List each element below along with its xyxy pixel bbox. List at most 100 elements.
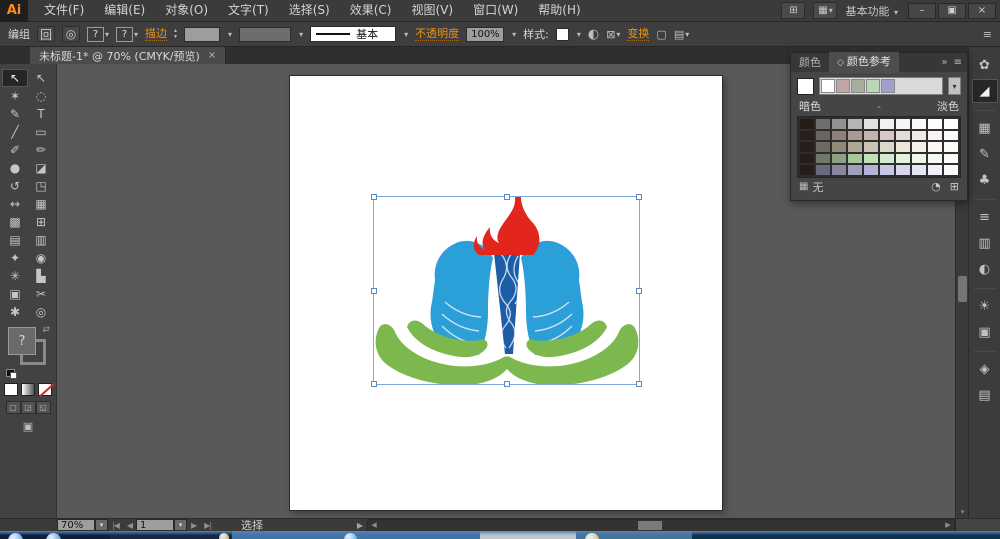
harmony-dropdown-icon[interactable]: ▾ (948, 77, 961, 95)
fill-stroke-proxy[interactable]: ? ⇄ (6, 325, 50, 379)
color-variation-swatch[interactable] (799, 118, 815, 130)
collapse-panel-icon[interactable]: » (941, 57, 947, 68)
previous-artboard-icon[interactable]: ◀ (123, 521, 136, 530)
chevron-down-icon[interactable]: ▾ (577, 30, 581, 39)
color-variation-swatch[interactable] (927, 164, 943, 176)
center-reference-icon[interactable]: 回 (37, 26, 55, 42)
color-variation-swatch[interactable] (847, 164, 863, 176)
color-variation-swatch[interactable] (911, 130, 927, 142)
document-tab[interactable]: 未标题-1* @ 70% (CMYK/预览) × (30, 47, 226, 64)
menu-item-1[interactable]: 编辑(E) (94, 0, 155, 21)
graphic-styles-icon[interactable]: ▣ (972, 320, 998, 344)
color-guide-icon[interactable]: ◢ (972, 79, 998, 103)
taskbar-app-icon[interactable] (344, 533, 357, 539)
color-variation-swatch[interactable] (943, 153, 959, 165)
panel-menu-icon[interactable]: ≡ (954, 57, 962, 68)
stroke-color-well[interactable]: ? ▾ (116, 27, 138, 42)
align-artboard-icon[interactable]: ▢ (656, 28, 666, 41)
rectangle-tool[interactable]: ▭ (28, 123, 54, 141)
color-variation-swatch[interactable] (927, 130, 943, 142)
color-variation-swatch[interactable] (879, 153, 895, 165)
chevron-down-icon[interactable]: ▾ (512, 30, 516, 39)
color-variation-swatch[interactable] (799, 141, 815, 153)
color-panel-icon[interactable]: ✿ (972, 53, 998, 77)
color-variation-swatch[interactable] (799, 164, 815, 176)
gradient-tool[interactable]: ▥ (28, 231, 54, 249)
tab-color[interactable]: 颜色 (791, 53, 829, 72)
symbols-icon[interactable]: ♣ (972, 168, 998, 192)
chevron-down-icon[interactable]: ▾ (299, 30, 303, 39)
scale-tool[interactable]: ◳ (28, 177, 54, 195)
color-variation-swatch[interactable] (799, 130, 815, 142)
width-tool[interactable]: ↔ (2, 195, 28, 213)
gradient-icon[interactable]: ▥ (972, 231, 998, 255)
brushes-icon[interactable]: ✎ (972, 142, 998, 166)
color-variation-swatch[interactable] (831, 164, 847, 176)
rotate-tool[interactable]: ↺ (2, 177, 28, 195)
menu-item-7[interactable]: 窗口(W) (463, 0, 528, 21)
close-tab-icon[interactable]: × (208, 50, 216, 61)
fill-color-well[interactable]: ? ▾ (87, 27, 109, 42)
color-variation-swatch[interactable] (831, 141, 847, 153)
layers-icon[interactable]: ◈ (972, 357, 998, 381)
menu-item-0[interactable]: 文件(F) (34, 0, 94, 21)
color-variation-swatch[interactable] (895, 118, 911, 130)
pencil-tool[interactable]: ✏ (28, 141, 54, 159)
stroke-link[interactable]: 描边 (145, 27, 167, 41)
column-graph-tool[interactable]: ▙ (28, 267, 54, 285)
symbol-sprayer-tool[interactable]: ✳ (2, 267, 28, 285)
lasso-tool[interactable]: ◌ (28, 87, 54, 105)
line-segment-tool[interactable]: ╱ (2, 123, 28, 141)
color-variation-swatch[interactable] (847, 153, 863, 165)
save-to-swatches-icon[interactable]: ⊞ (950, 180, 959, 193)
color-variation-swatch[interactable] (831, 153, 847, 165)
scroll-down-icon[interactable]: ▾ (956, 506, 968, 518)
color-variation-swatch[interactable] (927, 118, 943, 130)
perspective-grid-tool[interactable]: ⊞ (28, 213, 54, 231)
color-variation-swatch[interactable] (911, 141, 927, 153)
minimize-button[interactable]: – (908, 3, 936, 19)
variable-width-profile-dropdown[interactable] (239, 27, 291, 42)
menu-item-3[interactable]: 文字(T) (218, 0, 279, 21)
zoom-tool[interactable]: ◎ (28, 303, 54, 321)
hand-tool[interactable]: ✱ (2, 303, 28, 321)
color-variation-swatch[interactable] (863, 141, 879, 153)
opacity-link[interactable]: 不透明度 (415, 27, 459, 41)
none-button[interactable] (38, 383, 52, 396)
vertical-scroll-thumb[interactable] (958, 276, 967, 302)
slice-tool[interactable]: ✂ (28, 285, 54, 303)
horizontal-scroll-thumb[interactable] (638, 521, 662, 530)
artboard-tool[interactable]: ▣ (2, 285, 28, 303)
status-expand-icon[interactable]: ▶ (357, 521, 363, 530)
selection-tool[interactable]: ↖ (2, 69, 28, 87)
opacity-input[interactable]: 100% (466, 27, 504, 42)
transparency-icon[interactable]: ◐ (972, 257, 998, 281)
swatches-icon[interactable]: ▦ (972, 116, 998, 140)
last-artboard-icon[interactable]: ▶| (200, 521, 215, 530)
color-variation-swatch[interactable] (831, 130, 847, 142)
type-tool[interactable]: T (28, 105, 54, 123)
color-variation-swatch[interactable] (895, 164, 911, 176)
selected-artwork[interactable] (373, 196, 640, 385)
collapse-control-bar-icon[interactable]: ≡ (983, 28, 992, 41)
color-variation-swatch[interactable] (815, 153, 831, 165)
taskbar-segment-1[interactable] (110, 531, 232, 539)
recolor-artwork-icon[interactable]: ◐ (588, 27, 599, 42)
stroke-icon[interactable]: ≡ (972, 205, 998, 229)
color-variation-swatch[interactable] (863, 153, 879, 165)
restore-button[interactable]: ▣ (938, 3, 966, 19)
document-setup-icon[interactable]: ⊠▾ (606, 28, 620, 41)
limit-to-library-icon[interactable]: ◔ (931, 180, 941, 193)
taskbar-segment-3[interactable] (480, 531, 576, 539)
color-variation-swatch[interactable] (831, 118, 847, 130)
color-variation-swatch[interactable] (847, 130, 863, 142)
color-variation-swatch[interactable] (847, 141, 863, 153)
color-variation-swatch[interactable] (879, 130, 895, 142)
paintbrush-tool[interactable]: ✐ (2, 141, 28, 159)
color-variation-swatch[interactable] (895, 153, 911, 165)
color-variation-swatch[interactable] (927, 153, 943, 165)
color-variation-swatch[interactable] (911, 153, 927, 165)
close-button[interactable]: × (968, 3, 996, 19)
mesh-tool[interactable]: ▤ (2, 231, 28, 249)
horizontal-scrollbar[interactable]: ◀ ▶ (367, 519, 955, 532)
